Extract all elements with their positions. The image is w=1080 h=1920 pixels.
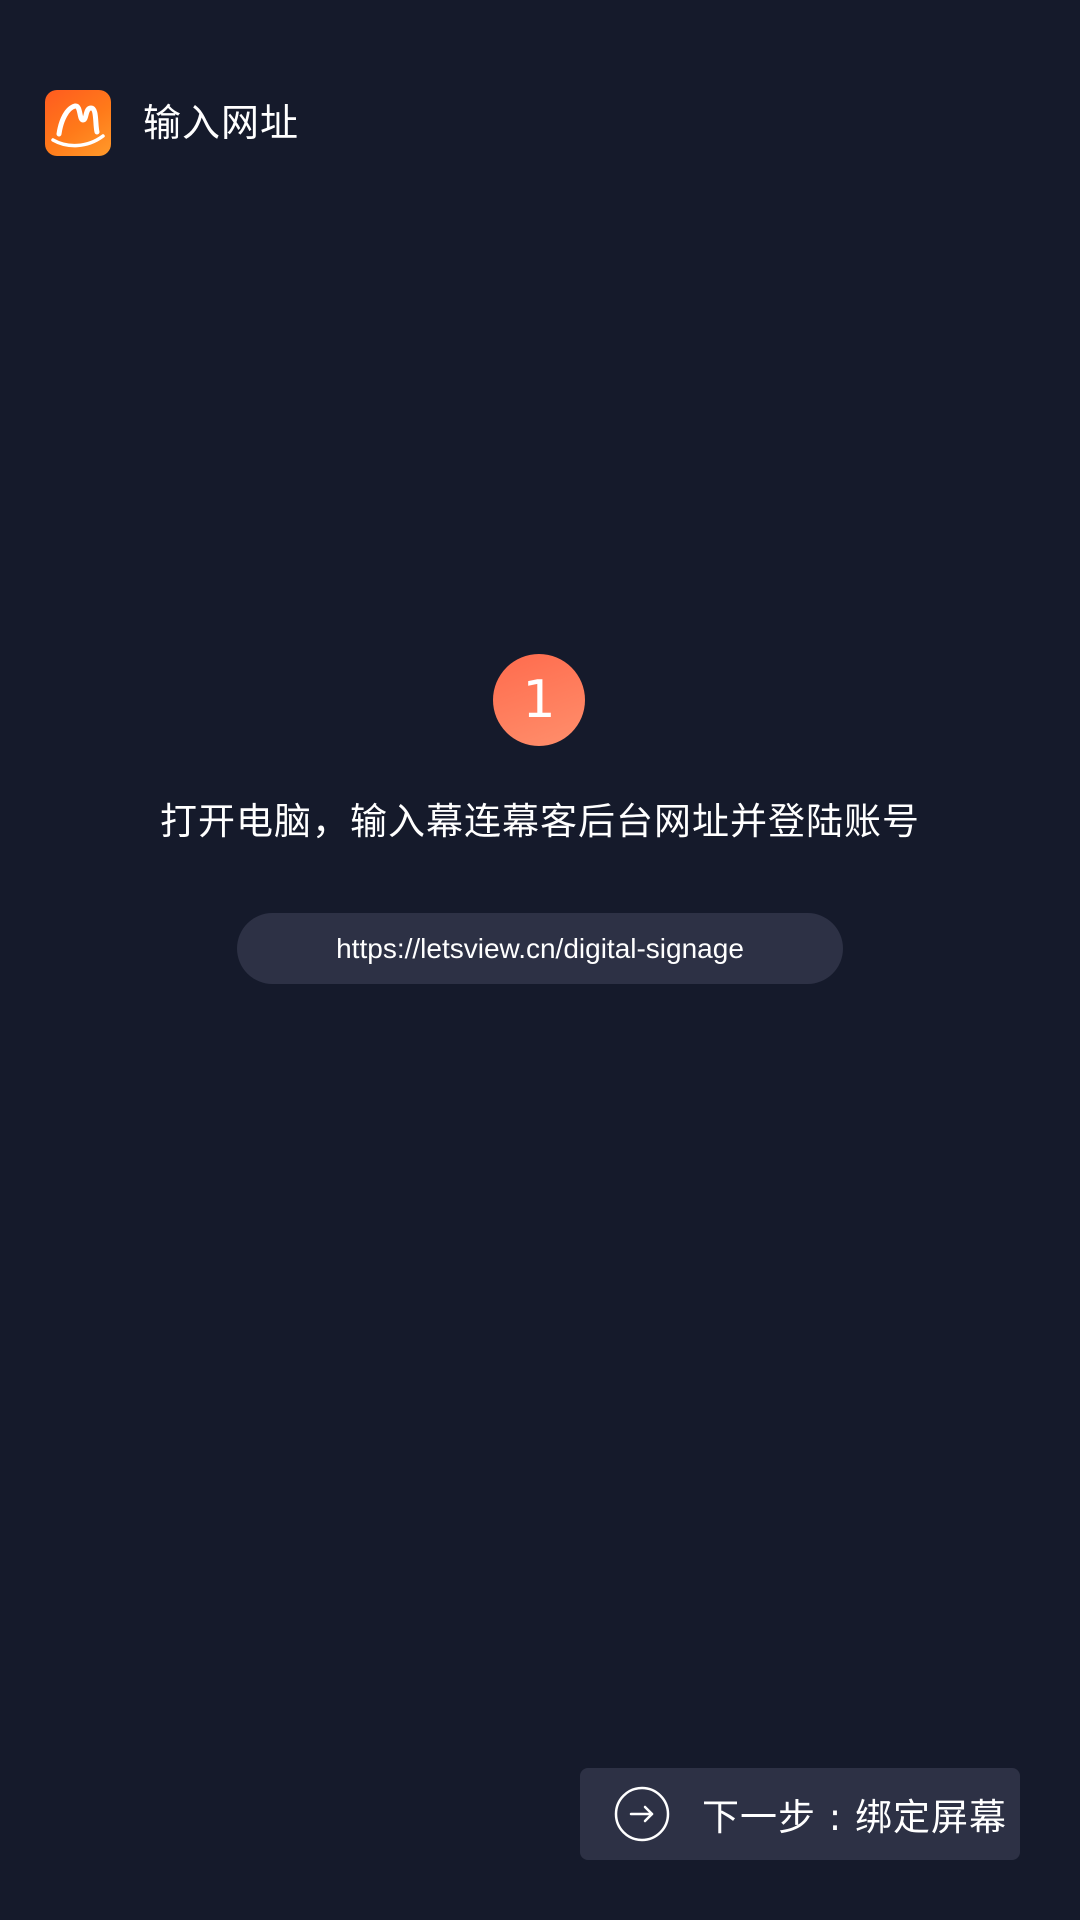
next-step-button[interactable]: 下一步 : 绑定屏幕	[580, 1768, 1020, 1860]
header: 输入网址	[45, 90, 299, 156]
brand-logo-icon	[45, 90, 111, 156]
next-step-label: 下一步 : 绑定屏幕	[702, 1796, 1007, 1839]
arrow-right-circle-icon	[614, 1786, 670, 1842]
step-instruction: 打开电脑，输入幕连幕客后台网址并登陆账号	[160, 800, 920, 843]
step-number-badge: 1	[493, 654, 585, 746]
page: 输入网址 1 打开电脑，输入幕连幕客后台网址并登陆账号 https://lets…	[0, 0, 1080, 1920]
url-display: https://letsview.cn/digital-signage	[237, 913, 843, 984]
url-text: https://letsview.cn/digital-signage	[336, 932, 744, 964]
page-title: 输入网址	[143, 101, 300, 145]
